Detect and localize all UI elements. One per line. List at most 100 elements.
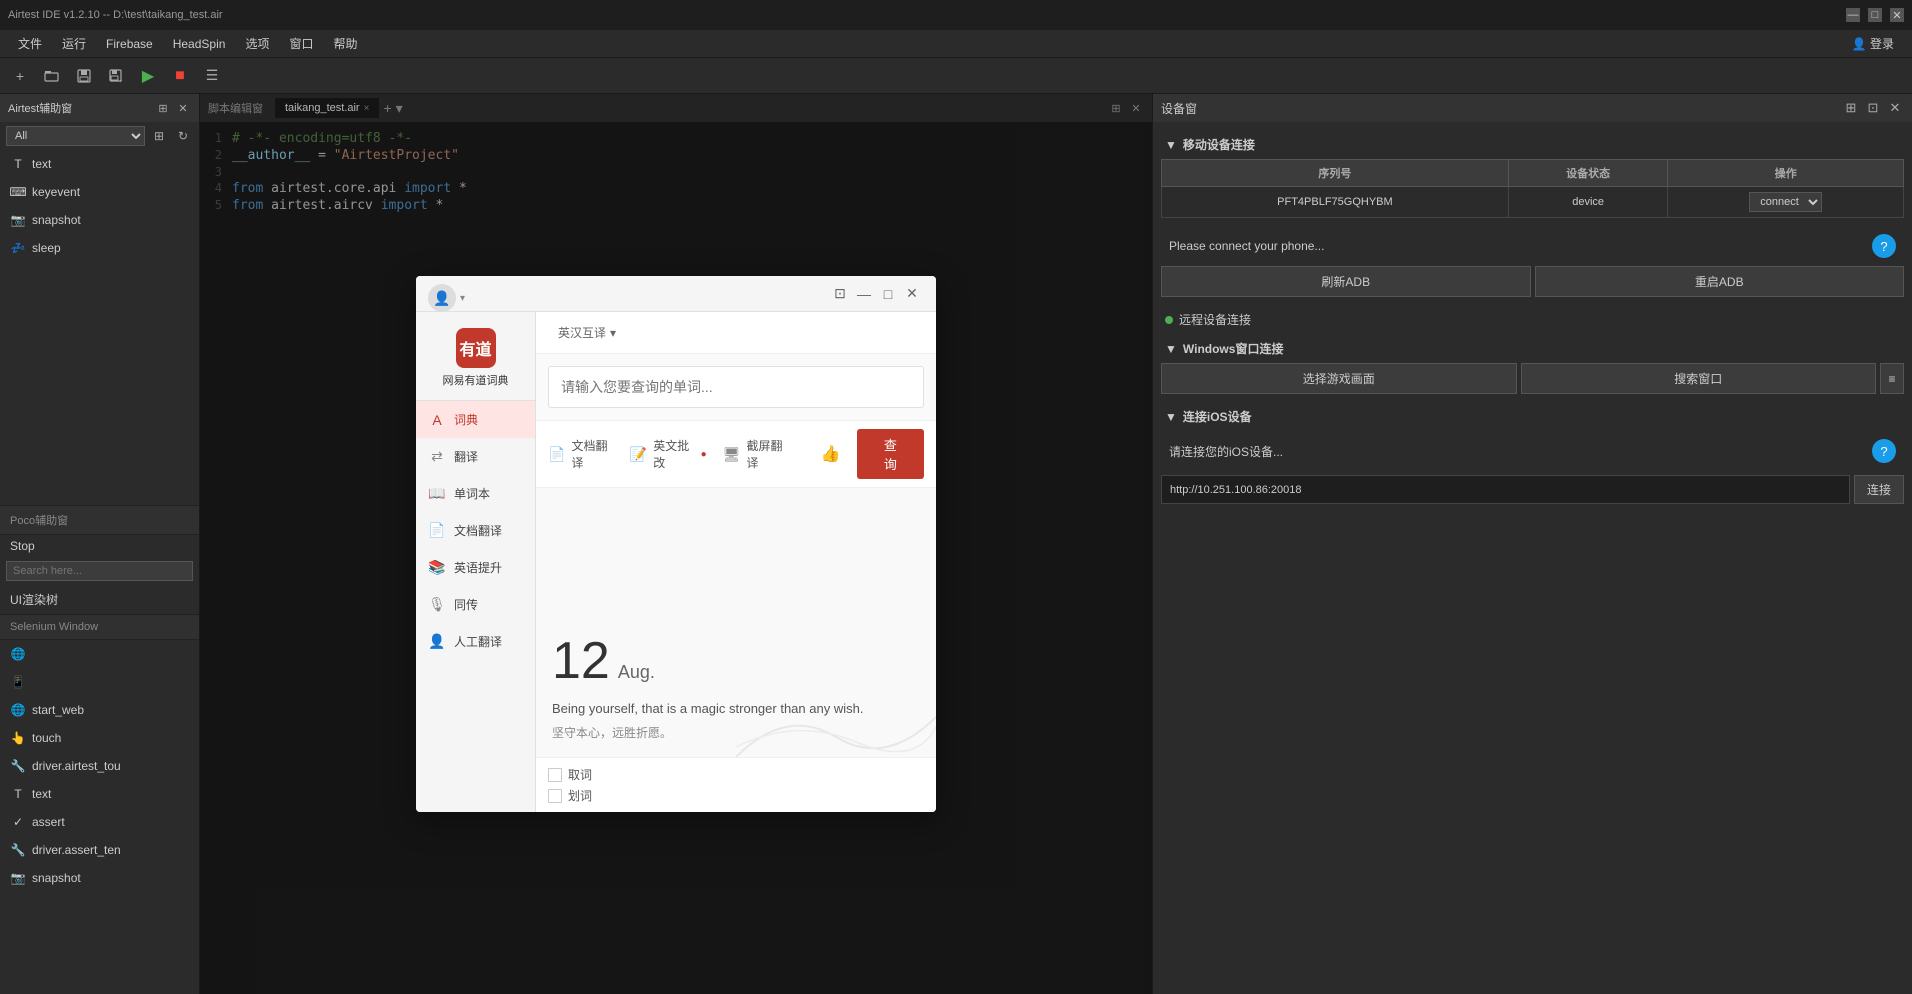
device-action[interactable]: connect: [1668, 187, 1904, 218]
connect-dropdown[interactable]: connect: [1749, 192, 1822, 212]
table-row: PFT4PBLF75GQHYBM device connect: [1162, 187, 1904, 218]
menu-help[interactable]: 帮助: [323, 31, 367, 56]
airtest-item-text[interactable]: T text: [0, 150, 199, 178]
selenium-snapshot[interactable]: 📷 snapshot: [0, 864, 199, 892]
device-panel-float[interactable]: ⊡: [1864, 99, 1882, 117]
ios-url-input[interactable]: [1161, 475, 1850, 504]
start-web-icon: 🌐: [10, 702, 26, 718]
play-button[interactable]: ▶: [136, 64, 160, 88]
dict-top-bar: 英汉互译 ▾: [536, 312, 936, 354]
ios-status-row: 请连接您的iOS设备... ?: [1161, 431, 1904, 471]
dict-sidebar-wordbook[interactable]: 📖 单词本: [416, 475, 535, 512]
close-button[interactable]: ✕: [1890, 8, 1904, 22]
ios-help-button[interactable]: ?: [1872, 439, 1896, 463]
mobile-section-collapse[interactable]: ▼ 移动设备连接: [1161, 130, 1904, 159]
refresh-adb-button[interactable]: 刷新ADB: [1161, 266, 1531, 297]
save-as-button[interactable]: +: [104, 64, 128, 88]
dict-search-area: [536, 354, 936, 421]
dict-close-button[interactable]: ✕: [900, 282, 924, 306]
help-button[interactable]: ?: [1872, 234, 1896, 258]
dict-search-input[interactable]: [548, 366, 924, 408]
profile-chevron-icon: ▾: [460, 293, 465, 304]
airtest-item-sleep[interactable]: 💤 sleep: [0, 234, 199, 262]
menu-run[interactable]: 运行: [52, 31, 96, 56]
selenium-mobile-btn[interactable]: 📱: [0, 668, 199, 696]
select-game-button[interactable]: 选择游戏画面: [1161, 363, 1517, 394]
selenium-items-list: 🌐 📱 🌐 start_web 👆 touch 🔧 driver.airtest…: [0, 640, 199, 994]
selenium-assert[interactable]: ✓ assert: [0, 808, 199, 836]
airtest-item-keyevent[interactable]: ⌨ keyevent: [0, 178, 199, 206]
list-button[interactable]: ☰: [200, 64, 224, 88]
ios-connect-button[interactable]: 连接: [1854, 475, 1904, 504]
maximize-button[interactable]: □: [1868, 8, 1882, 22]
restart-adb-button[interactable]: 重启ADB: [1535, 266, 1905, 297]
dict-app-name: 网易有道词典: [443, 374, 509, 388]
menu-window[interactable]: 窗口: [279, 31, 323, 56]
airtest-panel-expand[interactable]: ⊞: [155, 100, 171, 116]
menu-file[interactable]: 文件: [8, 31, 52, 56]
dict-maximize-button[interactable]: □: [876, 282, 900, 306]
stop-button[interactable]: ■: [168, 64, 192, 88]
main-layout: Airtest辅助窗 ⊞ ✕ All ⊞ ↻ T text ⌨ keyevent: [0, 94, 1912, 994]
remote-section: 远程设备连接: [1161, 305, 1904, 334]
dict-sidebar-human-translate[interactable]: 👤 人工翻译: [416, 623, 535, 660]
english-icon: 📚: [428, 559, 446, 576]
menu-options[interactable]: 选项: [235, 31, 279, 56]
dict-minimize-button[interactable]: —: [852, 282, 876, 306]
dict-takeci-checkbox[interactable]: 取词: [548, 766, 924, 783]
remote-status-dot: [1165, 316, 1173, 324]
english-batch-icon: 📝: [630, 446, 647, 463]
huaci-check-icon: [548, 789, 562, 803]
dict-search-button[interactable]: 查 询: [857, 429, 924, 479]
sleep-icon: 💤: [10, 240, 26, 256]
dict-sidebar-doc-translate[interactable]: 📄 文档翻译: [416, 512, 535, 549]
stop-label: Stop: [0, 535, 199, 557]
new-button[interactable]: +: [8, 64, 32, 88]
device-panel-expand[interactable]: ⊞: [1842, 99, 1860, 117]
login-button[interactable]: 👤 登录: [1842, 31, 1904, 56]
selenium-web-btn[interactable]: 🌐: [0, 640, 199, 668]
windows-section-title: Windows窗口连接: [1183, 340, 1284, 357]
ui-tree-item[interactable]: UI渲染树: [0, 585, 199, 614]
selenium-driver-airtest[interactable]: 🔧 driver.airtest_tou: [0, 752, 199, 780]
dict-overlay: 👤 ▾ ⊡ — □ ✕ 有道 网易有道词典: [200, 94, 1152, 994]
col-serial: 序列号: [1162, 160, 1509, 187]
profile-avatar[interactable]: 👤: [428, 284, 456, 312]
dict-profile-area: 👤 ▾: [428, 284, 465, 312]
dict-sidebar-interpreter[interactable]: 🎙 同传: [416, 586, 535, 623]
search-row: All ⊞ ↻: [0, 122, 199, 150]
wordbook-icon: 📖: [428, 485, 446, 502]
refresh-button[interactable]: ↻: [173, 126, 193, 146]
expand-search-button[interactable]: ⊞: [149, 126, 169, 146]
mobile-icon: 📱: [10, 674, 26, 690]
airtest-panel-close[interactable]: ✕: [175, 100, 191, 116]
dict-english-batch-btn[interactable]: 📝 英文批改 ●: [630, 437, 707, 471]
poco-search-input[interactable]: [6, 561, 193, 581]
device-panel-close[interactable]: ✕: [1886, 99, 1904, 117]
search-select[interactable]: All: [6, 126, 145, 146]
selenium-start-web[interactable]: 🌐 start_web: [0, 696, 199, 724]
windows-toggle-button[interactable]: ≡: [1880, 363, 1904, 394]
dict-sidebar-translate[interactable]: ⇄ 翻译: [416, 438, 535, 475]
dict-huaci-checkbox[interactable]: 划词: [548, 787, 924, 804]
menu-headspin[interactable]: HeadSpin: [163, 33, 236, 55]
dict-file-translate-btn[interactable]: 📄 文档翻译: [548, 437, 614, 471]
open-button[interactable]: [40, 64, 64, 88]
dict-screen-translate-btn[interactable]: 🖥 截屏翻译: [723, 437, 789, 471]
windows-section-collapse[interactable]: ▼ Windows窗口连接: [1161, 334, 1904, 363]
minimize-button[interactable]: —: [1846, 8, 1860, 22]
dict-sidebar-cidian[interactable]: A 词典: [416, 401, 535, 438]
selenium-touch[interactable]: 👆 touch: [0, 724, 199, 752]
airtest-item-snapshot[interactable]: 📷 snapshot: [0, 206, 199, 234]
search-window-button[interactable]: 搜索窗口: [1521, 363, 1877, 394]
save-button[interactable]: [72, 64, 96, 88]
selenium-text[interactable]: T text: [0, 780, 199, 808]
selenium-driver-assert[interactable]: 🔧 driver.assert_ten: [0, 836, 199, 864]
dict-mode-button[interactable]: 英汉互译 ▾: [548, 320, 626, 345]
dict-sidebar-english[interactable]: 📚 英语提升: [416, 549, 535, 586]
airtest-panel-header: Airtest辅助窗 ⊞ ✕: [0, 94, 199, 122]
dict-restore-button[interactable]: ⊡: [828, 282, 852, 306]
menu-firebase[interactable]: Firebase: [96, 33, 163, 55]
ios-section-collapse[interactable]: ▼ 连接iOS设备: [1161, 402, 1904, 431]
windows-collapse-icon: ▼: [1165, 342, 1177, 356]
